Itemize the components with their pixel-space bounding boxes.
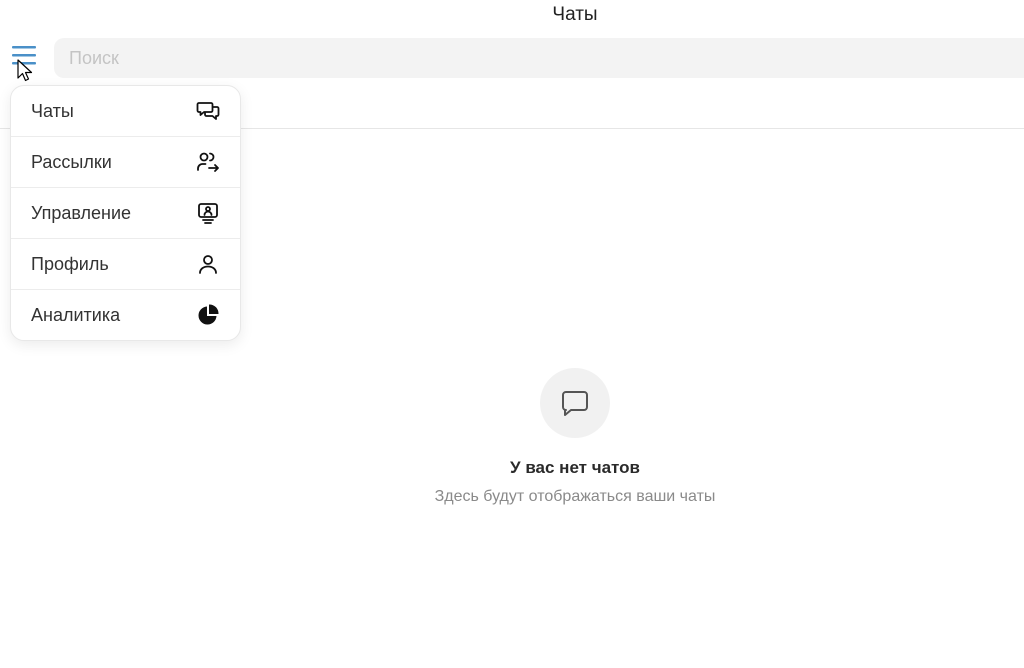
empty-state-subtitle: Здесь будут отображаться ваши чаты	[434, 488, 716, 505]
menu-item-label: Профиль	[31, 253, 109, 274]
page-title: Чаты	[552, 4, 598, 25]
chat-bubble-icon	[562, 391, 588, 416]
menu-item-mailings[interactable]: Рассылки	[11, 137, 240, 188]
menu-item-label: Управление	[31, 202, 132, 223]
mailing-users-icon	[196, 150, 220, 174]
pie-chart-icon	[196, 303, 220, 327]
menu-item-chats[interactable]: Чаты	[11, 86, 240, 137]
menu-item-management[interactable]: Управление	[11, 188, 240, 239]
menu-item-label: Рассылки	[31, 151, 112, 172]
menu-item-analytics[interactable]: Аналитика	[11, 290, 240, 340]
hamburger-menu-icon	[12, 46, 36, 65]
menu-item-label: Чаты	[31, 100, 74, 121]
empty-state: У вас нет чатов Здесь будут отображаться…	[0, 368, 1024, 506]
nav-dropdown-menu: Чаты Рассылки Управление Профиль Аналити…	[10, 85, 241, 341]
search-input[interactable]	[54, 38, 1024, 78]
menu-item-label: Аналитика	[31, 304, 121, 325]
menu-item-profile[interactable]: Профиль	[11, 239, 240, 290]
hamburger-menu-button[interactable]	[9, 44, 41, 76]
profile-icon	[196, 252, 220, 276]
chats-icon	[196, 99, 220, 123]
empty-state-icon-circle	[540, 368, 610, 438]
empty-state-title: У вас нет чатов	[510, 458, 640, 477]
chats-page: Чаты Чаты Рассылки	[0, 0, 1024, 668]
management-monitor-icon	[196, 201, 220, 225]
